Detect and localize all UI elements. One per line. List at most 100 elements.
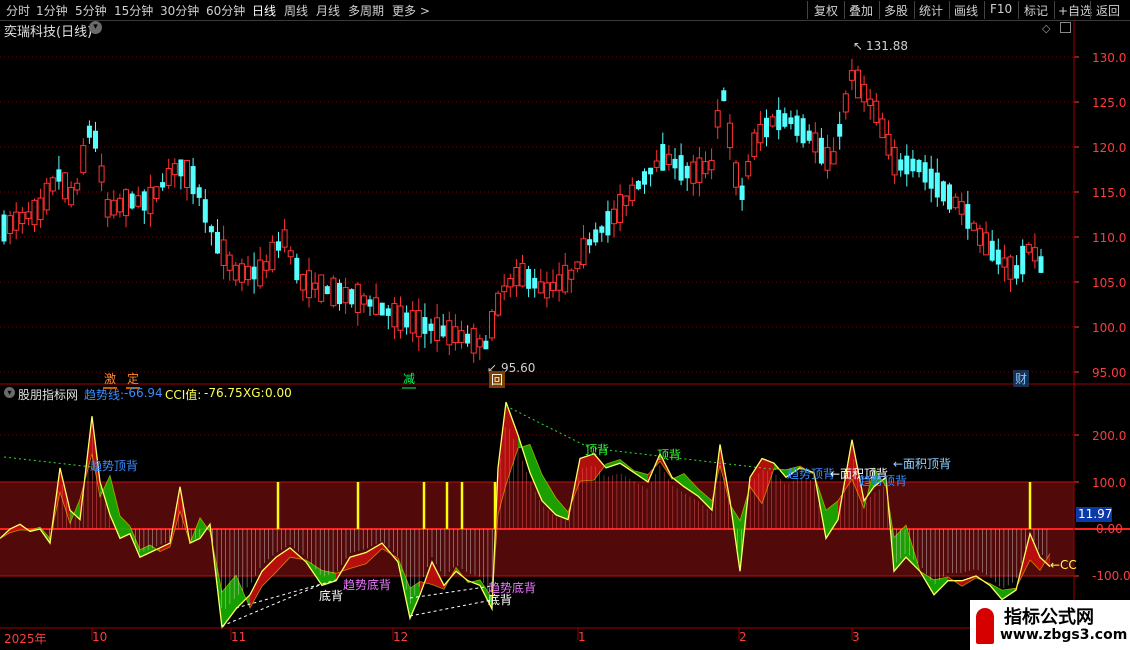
candle-body (245, 265, 251, 281)
chevron-down-icon[interactable]: ▾ (89, 21, 102, 34)
candle-body (1025, 243, 1032, 253)
candle-body (788, 117, 794, 125)
candlestick (507, 273, 514, 298)
candle-body (458, 330, 465, 343)
candle-body (623, 195, 630, 206)
candle-body (745, 161, 752, 177)
date-axis-label: 3 (852, 630, 860, 644)
candlestick (593, 222, 599, 246)
candlestick (470, 323, 477, 363)
candle-body (660, 144, 666, 171)
candle-body (696, 157, 703, 183)
cci-label: CCI值: (165, 388, 202, 402)
candle-body (726, 122, 733, 149)
candle-body (611, 208, 617, 225)
candle-body (910, 158, 916, 172)
candle-body (550, 282, 556, 291)
candlestick (153, 186, 160, 203)
candlestick (782, 107, 788, 129)
candlestick (1014, 255, 1020, 285)
candle-body (837, 124, 843, 137)
candle-body (587, 239, 593, 246)
candle-body (49, 177, 56, 192)
candlestick (324, 284, 330, 295)
candle-body (855, 69, 861, 99)
candle-body (37, 197, 44, 221)
candle-body (794, 115, 800, 136)
candle-body (824, 147, 831, 171)
candlestick (947, 182, 952, 213)
maximize-icon[interactable] (1060, 22, 1071, 33)
watermark-logo (976, 608, 994, 644)
candlestick (983, 221, 990, 256)
candlestick (574, 260, 581, 273)
candle-body (349, 289, 355, 305)
candlestick (898, 153, 904, 177)
candlestick (587, 232, 593, 254)
candlestick (861, 75, 868, 112)
event-tag-reduce[interactable]: 减 (402, 370, 417, 389)
chevron-down-icon[interactable]: ▾ (4, 387, 15, 398)
candle-body (318, 274, 325, 302)
candle-body (1001, 257, 1008, 268)
site-watermark: 指标公式网 www.zbgs3.com (970, 600, 1130, 650)
date-axis-label: 10 (92, 630, 108, 644)
candlestick (855, 65, 861, 99)
candlestick (757, 110, 764, 151)
candlestick (806, 124, 812, 144)
event-tag-financial[interactable]: 财 (1013, 370, 1030, 387)
candle-body (678, 155, 684, 181)
candle-body (367, 299, 373, 307)
candlestick (404, 305, 410, 335)
candle-body (690, 161, 697, 184)
candlestick (665, 145, 672, 171)
candlestick (354, 282, 361, 326)
candlestick (465, 325, 471, 347)
watermark-url: www.zbgs3.com (1000, 627, 1128, 643)
event-tag-buyback[interactable]: 回 (489, 371, 506, 388)
candlestick (537, 268, 544, 294)
price-axis-label: 125.0 (1092, 96, 1127, 110)
candle-body (562, 264, 569, 293)
candlestick (1, 210, 7, 245)
candlestick (415, 298, 422, 351)
candle-body (898, 159, 904, 171)
candlestick (934, 158, 940, 207)
candlestick (848, 58, 855, 91)
candlestick (830, 137, 837, 165)
candle-body (171, 163, 178, 176)
annotation-trend-top: 趋势顶背 (90, 459, 139, 473)
diamond-icon[interactable]: ◇ (1042, 22, 1050, 35)
candle-body (526, 269, 532, 289)
candle-body (532, 277, 538, 289)
candlestick (110, 190, 117, 219)
candlestick (916, 158, 922, 178)
candlestick (1038, 248, 1044, 274)
date-axis-label: 2025年 (4, 632, 47, 646)
candlestick (171, 158, 178, 188)
candlestick (1001, 244, 1008, 282)
candlestick (642, 168, 647, 194)
candle-body (165, 168, 172, 186)
candlestick (37, 188, 44, 228)
date-axis-label: 1 (578, 630, 586, 644)
candle-body (434, 317, 441, 341)
candlestick (446, 311, 453, 356)
kline-chart[interactable] (0, 0, 1130, 650)
candlestick (495, 290, 502, 317)
candle-body (495, 292, 502, 316)
candle-body (287, 250, 294, 258)
candlestick (995, 238, 1001, 275)
candle-body (43, 182, 50, 211)
candle-body (861, 83, 868, 103)
candlestick (165, 158, 172, 189)
candlestick (62, 171, 68, 203)
candlestick (660, 132, 666, 171)
candle-body (970, 222, 977, 231)
candle-body (818, 137, 824, 164)
current-value-badge: 11.97 (1076, 507, 1113, 522)
candle-body (1038, 256, 1044, 273)
candle-body (226, 254, 233, 271)
candlestick (86, 120, 92, 144)
candlestick (1007, 254, 1014, 292)
